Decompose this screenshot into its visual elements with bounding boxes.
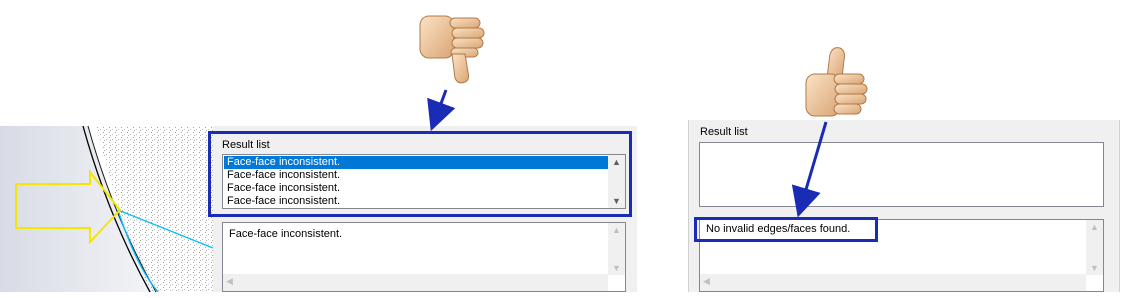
arrow-pointer-icon <box>427 89 828 218</box>
